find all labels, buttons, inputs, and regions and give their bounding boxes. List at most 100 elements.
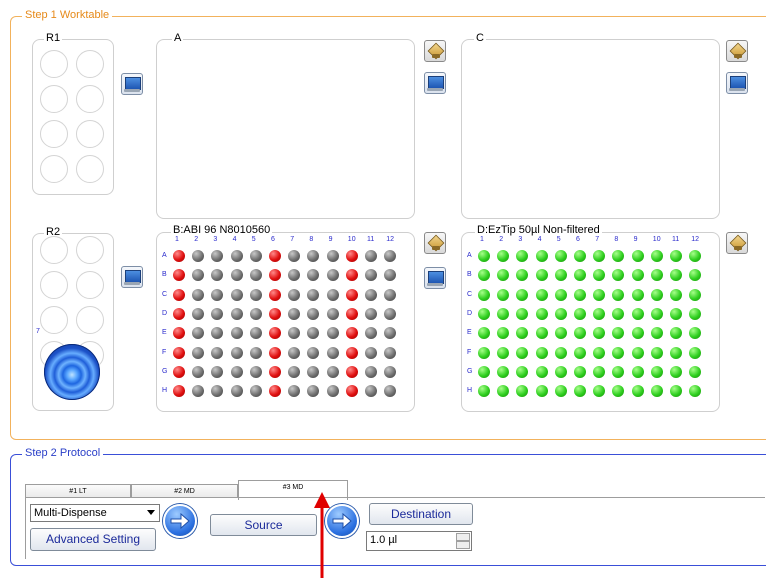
plate-well[interactable] [249,327,262,340]
plate-well[interactable] [173,288,185,301]
plate-well[interactable] [269,385,281,398]
plate-well[interactable] [689,307,702,320]
plate-well[interactable] [365,307,377,320]
plate-well[interactable] [269,307,281,320]
plate-well[interactable] [535,327,548,340]
plate-well[interactable] [631,346,644,359]
plate-well[interactable] [535,288,548,301]
plate-well[interactable] [269,250,281,262]
plate-well[interactable] [192,307,205,320]
plate-well[interactable] [249,385,262,398]
monitor-button-r2[interactable] [121,266,143,288]
plate-well[interactable] [574,307,586,320]
plate-well[interactable] [535,346,548,359]
plate-well[interactable] [269,288,281,301]
plate-well[interactable] [249,250,262,262]
plate-well[interactable] [192,365,205,378]
plate-well[interactable] [269,365,281,378]
plate-well[interactable] [497,365,510,378]
plate-well[interactable] [650,250,663,262]
plate-well[interactable] [249,365,262,378]
plate-well[interactable] [535,269,548,282]
plate-well[interactable] [173,365,185,378]
plate-well[interactable] [631,288,644,301]
plate-well[interactable] [345,250,358,262]
arrow-right-icon-source[interactable] [163,504,197,538]
plate-well[interactable] [497,288,510,301]
dispense-mode-select[interactable]: Multi-Dispense [30,504,160,522]
plate-well[interactable] [650,307,663,320]
plate-well[interactable] [554,269,567,282]
plate-well[interactable] [554,307,567,320]
plate-well[interactable] [497,307,510,320]
plate-well[interactable] [365,288,377,301]
plate-well[interactable] [173,250,185,262]
plate-well[interactable] [574,365,586,378]
plate-well[interactable] [650,365,663,378]
plate-well[interactable] [670,365,682,378]
advanced-setting-button[interactable]: Advanced Setting [30,528,156,551]
plate-well[interactable] [249,269,262,282]
plate-well[interactable] [516,346,529,359]
plate-well[interactable] [650,288,663,301]
plate-well[interactable] [689,346,702,359]
plate-well[interactable] [326,269,339,282]
plate-well[interactable] [173,307,185,320]
monitor-button-r1[interactable] [121,73,143,95]
plate-well[interactable] [326,307,339,320]
plate-well[interactable] [288,307,301,320]
labware-button-d[interactable] [726,232,748,254]
plate-well[interactable] [249,288,262,301]
plate-well[interactable] [612,346,625,359]
plate-well[interactable] [670,385,682,398]
monitor-button-a[interactable] [424,72,446,94]
plate-well[interactable] [631,385,644,398]
plate-well[interactable] [535,307,548,320]
plate-well[interactable] [326,288,339,301]
plate-well[interactable] [307,288,320,301]
plate-well[interactable] [230,307,243,320]
plate-well[interactable] [384,307,397,320]
plate-well[interactable] [497,346,510,359]
plate-well[interactable] [478,288,490,301]
plate-well[interactable] [689,288,702,301]
plate-well[interactable] [574,288,586,301]
plate-well[interactable] [345,307,358,320]
plate-well[interactable] [173,385,185,398]
plate-well[interactable] [650,346,663,359]
plate-well[interactable] [249,307,262,320]
labware-button-a[interactable] [424,40,446,62]
plate-well[interactable] [192,288,205,301]
plate-well[interactable] [554,385,567,398]
plate-well[interactable] [650,385,663,398]
plate-well[interactable] [554,365,567,378]
plate-well[interactable] [345,327,358,340]
plate-well[interactable] [554,288,567,301]
tab-1-lt[interactable]: #1 LT [25,484,131,498]
plate-well[interactable] [173,346,185,359]
plate-well[interactable] [326,365,339,378]
plate-well[interactable] [478,307,490,320]
plate-well[interactable] [345,385,358,398]
plate-well[interactable] [230,327,243,340]
plate-well[interactable] [288,365,301,378]
plate-well[interactable] [593,346,606,359]
plate-well[interactable] [689,365,702,378]
plate-well[interactable] [478,346,490,359]
plate-well[interactable] [249,346,262,359]
plate-well[interactable] [631,250,644,262]
plate-well[interactable] [326,346,339,359]
plate-well[interactable] [230,346,243,359]
plate-well[interactable] [631,307,644,320]
plate-well[interactable] [478,385,490,398]
plate-well[interactable] [650,327,663,340]
plate-well[interactable] [345,288,358,301]
plate-well[interactable] [574,346,586,359]
plate-well[interactable] [345,365,358,378]
plate-well[interactable] [478,250,490,262]
plate-well[interactable] [554,250,567,262]
plate-well[interactable] [230,365,243,378]
plate-well[interactable] [230,250,243,262]
plate-well[interactable] [307,346,320,359]
plate-well[interactable] [326,250,339,262]
